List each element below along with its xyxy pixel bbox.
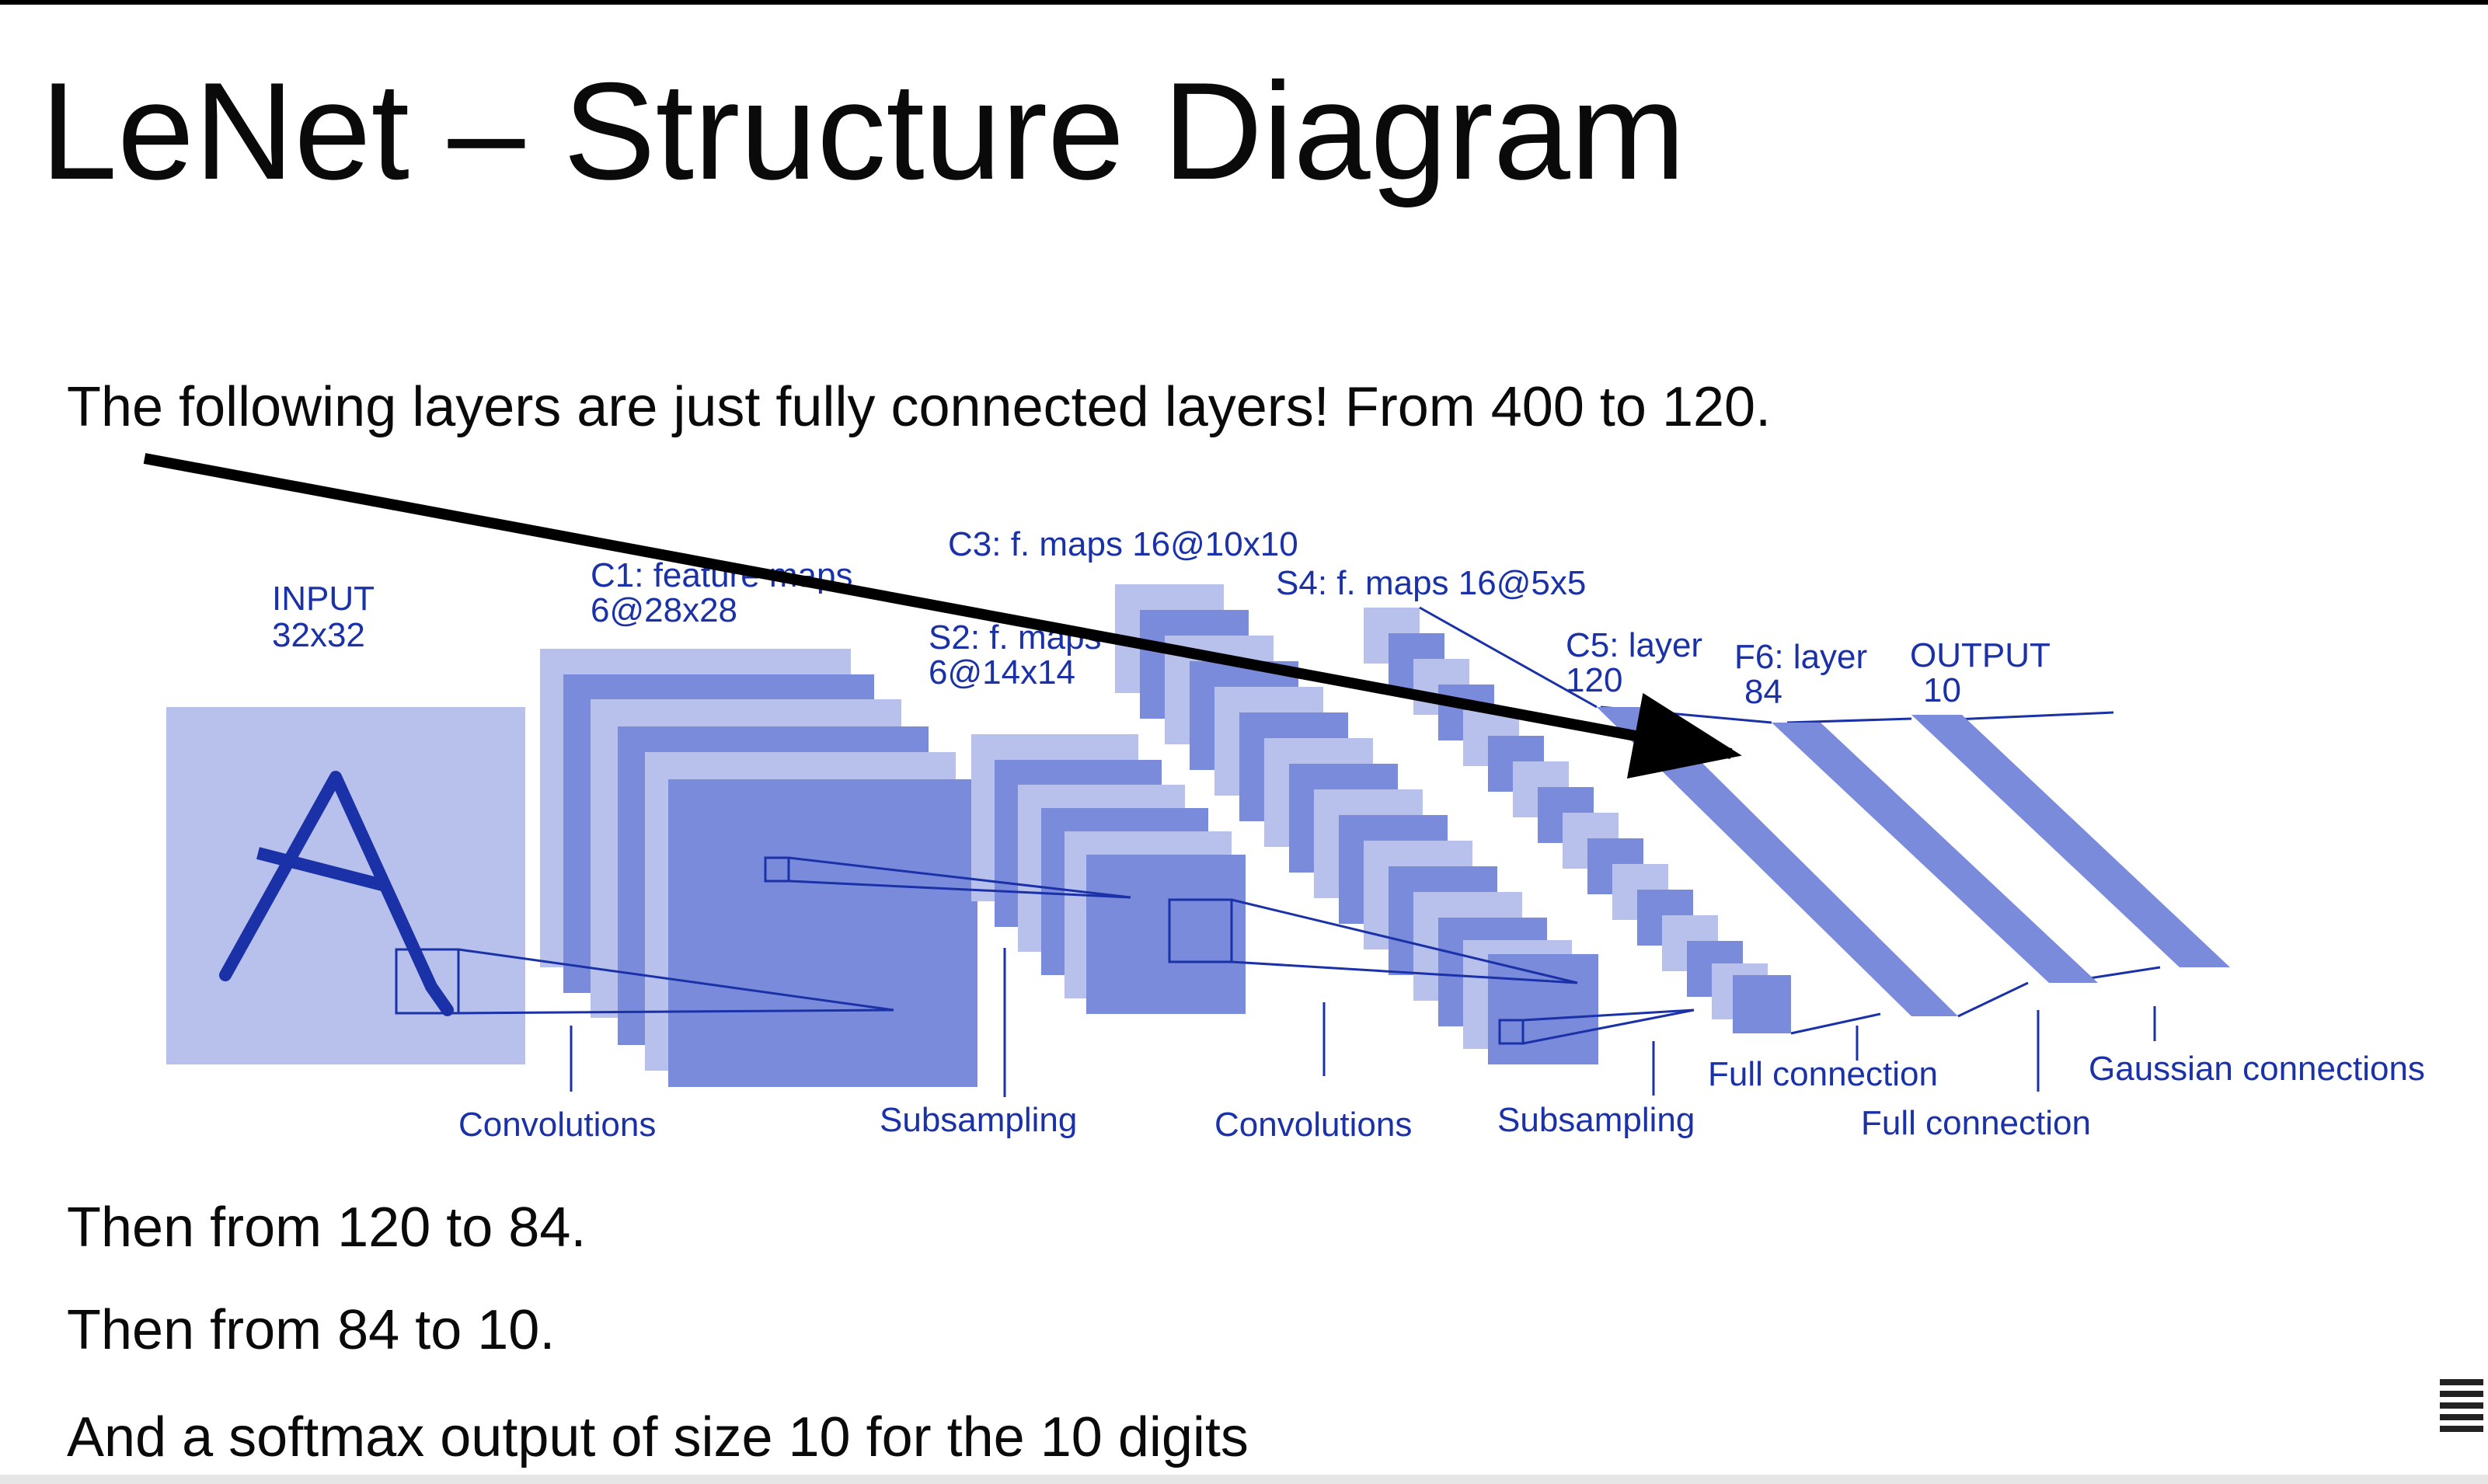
label-op-full1: Full connection xyxy=(1708,1055,1938,1093)
label-op-full2: Full connection xyxy=(1861,1104,2091,1142)
bottom-border xyxy=(0,1475,2488,1484)
label-input-size: 32x32 xyxy=(272,616,365,654)
label-f6-title: F6: layer xyxy=(1734,638,1867,676)
label-op-sub2: Subsampling xyxy=(1497,1101,1695,1139)
slide-text-line-2: Then from 120 to 84. xyxy=(67,1197,587,1259)
label-s2-size: 6@14x14 xyxy=(929,653,1075,691)
f6-layer xyxy=(1772,723,2098,983)
label-c5-size: 120 xyxy=(1566,661,1622,699)
label-output-size: 10 xyxy=(1923,671,1961,709)
label-output-title: OUTPUT xyxy=(1910,636,2051,674)
slide-text-line-4: And a softmax output of size 10 for the … xyxy=(67,1406,1249,1468)
label-op-gauss: Gaussian connections xyxy=(2089,1050,2425,1088)
input-plane xyxy=(166,707,525,1064)
c5-layer xyxy=(1597,707,1958,1016)
label-c5-title: C5: layer xyxy=(1566,626,1702,664)
label-op-sub1: Subsampling xyxy=(880,1101,1077,1139)
logo-icon xyxy=(2440,1379,2483,1441)
label-c3-title: C3: f. maps 16@10x10 xyxy=(948,525,1298,563)
output-layer xyxy=(1911,715,2230,967)
label-f6-size: 84 xyxy=(1744,673,1782,711)
s2-map-6 xyxy=(1086,855,1246,1014)
slide-text-line-3: Then from 84 to 10. xyxy=(67,1299,556,1361)
label-s4-title: S4: f. maps 16@5x5 xyxy=(1276,564,1586,602)
label-op-conv2: Convolutions xyxy=(1214,1106,1412,1144)
c1-map-6 xyxy=(668,779,977,1087)
label-op-conv1: Convolutions xyxy=(458,1106,656,1144)
lenet-diagram: INPUT 32x32 C1: feature maps 6@28x28 S2:… xyxy=(143,453,2425,1144)
label-input-title: INPUT xyxy=(272,580,375,618)
label-c1-size: 6@28x28 xyxy=(591,591,737,629)
